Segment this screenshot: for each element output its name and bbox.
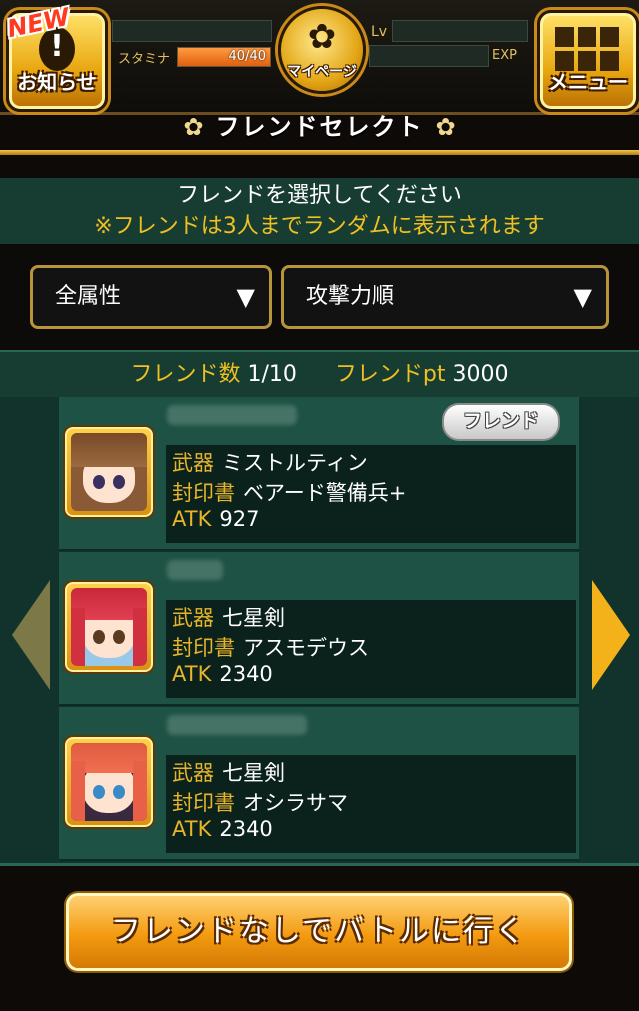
mypage-label: マイページ — [287, 64, 357, 80]
weapon-line: 武器 七星剣 — [172, 757, 285, 787]
seal-line: 封印書 オシラサマ — [172, 787, 348, 817]
stamina-value: 40/40 — [228, 49, 266, 64]
friend-name-hidden — [167, 560, 223, 580]
friend-count-bar: フレンド数 1/10 フレンドpt 3000 — [0, 350, 639, 398]
instruction-text: フレンドを選択してください — [177, 183, 462, 208]
menu-button[interactable]: メニュー — [537, 10, 639, 112]
friend-info-panel: 武器 七星剣 封印書 アスモデウス ATK 2340 — [166, 600, 576, 698]
seal-value: アスモデウス — [243, 636, 369, 660]
instruction-panel: フレンドを選択してください ※フレンドは3人までランダムに表示されます — [0, 178, 639, 244]
chevron-down-icon: ▼ — [573, 283, 592, 311]
seal-value: オシラサマ — [243, 791, 348, 815]
flower-icon: ✿ — [183, 113, 204, 141]
sort-dropdown[interactable]: 攻撃力順 ▼ — [281, 265, 609, 329]
gold-divider — [0, 150, 639, 155]
filter-bar: 全属性 ▼ 攻撃力順 ▼ — [0, 244, 639, 348]
friend-name-hidden — [167, 715, 307, 735]
sort-value: 攻撃力順 — [306, 284, 395, 309]
attribute-dropdown[interactable]: 全属性 ▼ — [30, 265, 272, 329]
atk-value: 2340 — [219, 817, 273, 841]
atk-label: ATK — [172, 662, 212, 686]
random-note: ※フレンドは3人までランダムに表示されます — [94, 214, 545, 239]
menu-label: メニュー — [548, 70, 628, 94]
atk-label: ATK — [172, 817, 212, 841]
friend-name-hidden — [167, 405, 297, 425]
seal-label: 封印書 — [172, 791, 235, 815]
menu-grid-icon — [555, 27, 619, 71]
news-label: お知らせ — [17, 70, 97, 94]
atk-line: ATK 927 — [172, 507, 259, 531]
stamina-label: スタミナ — [118, 52, 171, 67]
friend-card[interactable]: 武器 七星剣 封印書 アスモデウス ATK 2340 — [59, 552, 579, 706]
level-label: Lv — [371, 24, 388, 40]
exp-bar — [369, 45, 489, 67]
weapon-value: 七星剣 — [222, 606, 285, 630]
battle-button-label: フレンドなしでバトルに行く — [111, 914, 527, 949]
friend-pt-value: 3000 — [452, 362, 509, 387]
friend-card[interactable]: フレンド 武器 ミストルティン 封印書 ベアード警備兵+ ATK 927 — [59, 397, 579, 551]
weapon-value: ミストルティン — [222, 451, 368, 475]
attribute-value: 全属性 — [55, 284, 122, 309]
friend-list-area: フレンド 武器 ミストルティン 封印書 ベアード警備兵+ ATK 927 武器 … — [0, 397, 639, 863]
chevron-down-icon: ▼ — [236, 283, 255, 311]
sakura-icon: ✿ — [307, 17, 337, 57]
friend-info-panel: 武器 七星剣 封印書 オシラサマ ATK 2340 — [166, 755, 576, 853]
seal-line: 封印書 アスモデウス — [172, 632, 369, 662]
level-field — [392, 20, 528, 42]
exp-label: EXP — [492, 48, 517, 63]
seal-label: 封印書 — [172, 636, 235, 660]
weapon-label: 武器 — [172, 761, 214, 785]
friend-list: フレンド 武器 ミストルティン 封印書 ベアード警備兵+ ATK 927 武器 … — [59, 397, 579, 863]
top-header: NEW お知らせ スタミナ 40/40 ✿ マイページ Lv EXP メニュー — [0, 0, 639, 115]
character-portrait — [63, 580, 155, 674]
page-title: フレンドセレクト — [215, 113, 424, 141]
atk-line: ATK 2340 — [172, 817, 273, 841]
seal-value: ベアード警備兵+ — [243, 481, 407, 505]
character-portrait — [63, 735, 155, 829]
character-portrait — [63, 425, 155, 519]
atk-value: 2340 — [219, 662, 273, 686]
seal-label: 封印書 — [172, 481, 235, 505]
previous-page-arrow-icon[interactable] — [12, 580, 50, 690]
news-button[interactable]: NEW お知らせ — [5, 3, 108, 112]
weapon-line: 武器 七星剣 — [172, 602, 285, 632]
bottom-bar: フレンドなしでバトルに行く — [0, 863, 639, 1011]
weapon-label: 武器 — [172, 451, 214, 475]
flower-icon: ✿ — [435, 113, 456, 141]
atk-value: 927 — [219, 507, 260, 531]
player-name-field — [112, 20, 272, 42]
friend-pt-label: フレンドpt — [334, 362, 446, 387]
mypage-button[interactable]: ✿ マイページ — [278, 6, 366, 94]
friend-badge: フレンド — [442, 403, 560, 441]
atk-label: ATK — [172, 507, 212, 531]
next-page-arrow-icon[interactable] — [592, 580, 630, 690]
weapon-value: 七星剣 — [222, 761, 285, 785]
battle-without-friend-button[interactable]: フレンドなしでバトルに行く — [66, 893, 572, 971]
friend-count-label: フレンド数 — [130, 362, 241, 387]
weapon-label: 武器 — [172, 606, 214, 630]
friend-card[interactable]: 武器 七星剣 封印書 オシラサマ ATK 2340 — [59, 707, 579, 861]
page-title-row: ✿ フレンドセレクト ✿ — [0, 108, 639, 146]
weapon-line: 武器 ミストルティン — [172, 447, 368, 477]
stamina-bar: 40/40 — [177, 47, 271, 67]
friend-info-panel: 武器 ミストルティン 封印書 ベアード警備兵+ ATK 927 — [166, 445, 576, 543]
seal-line: 封印書 ベアード警備兵+ — [172, 477, 406, 507]
friend-count-value: 1/10 — [247, 362, 297, 387]
atk-line: ATK 2340 — [172, 662, 273, 686]
